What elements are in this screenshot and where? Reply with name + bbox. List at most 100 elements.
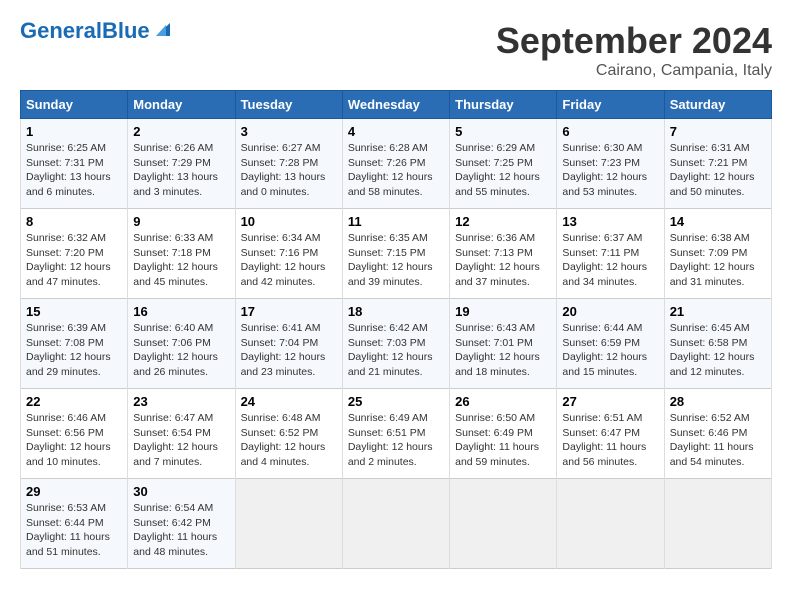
- calendar-week-row: 1 Sunrise: 6:25 AM Sunset: 7:31 PM Daylig…: [21, 119, 772, 209]
- weekday-header-saturday: Saturday: [664, 91, 771, 119]
- calendar-cell: [235, 479, 342, 569]
- day-info: Sunrise: 6:54 AM Sunset: 6:42 PM Dayligh…: [133, 501, 229, 560]
- day-info: Sunrise: 6:25 AM Sunset: 7:31 PM Dayligh…: [26, 141, 122, 200]
- calendar-cell: 17 Sunrise: 6:41 AM Sunset: 7:04 PM Dayli…: [235, 299, 342, 389]
- day-info: Sunrise: 6:41 AM Sunset: 7:04 PM Dayligh…: [241, 321, 337, 380]
- day-info: Sunrise: 6:32 AM Sunset: 7:20 PM Dayligh…: [26, 231, 122, 290]
- day-info: Sunrise: 6:46 AM Sunset: 6:56 PM Dayligh…: [26, 411, 122, 470]
- day-info: Sunrise: 6:30 AM Sunset: 7:23 PM Dayligh…: [562, 141, 658, 200]
- day-number: 4: [348, 124, 444, 139]
- calendar-cell: 5Sunrise: 6:29 AM Sunset: 7:25 PM Daylig…: [450, 119, 557, 209]
- day-number: 19: [455, 304, 551, 319]
- location-subtitle: Cairano, Campania, Italy: [496, 62, 772, 80]
- logo-icon: [152, 18, 174, 40]
- day-number: 26: [455, 394, 551, 409]
- day-number: 23: [133, 394, 229, 409]
- day-number: 25: [348, 394, 444, 409]
- calendar-cell: [664, 479, 771, 569]
- day-number: 24: [241, 394, 337, 409]
- calendar-header: SundayMondayTuesdayWednesdayThursdayFrid…: [21, 91, 772, 119]
- calendar-cell: 24 Sunrise: 6:48 AM Sunset: 6:52 PM Dayli…: [235, 389, 342, 479]
- day-number: 6: [562, 124, 658, 139]
- calendar-cell: [557, 479, 664, 569]
- calendar-cell: 2 Sunrise: 6:26 AM Sunset: 7:29 PM Daylig…: [128, 119, 235, 209]
- calendar-cell: 12 Sunrise: 6:36 AM Sunset: 7:13 PM Dayli…: [450, 209, 557, 299]
- calendar-cell: 14 Sunrise: 6:38 AM Sunset: 7:09 PM Dayli…: [664, 209, 771, 299]
- day-number: 13: [562, 214, 658, 229]
- logo-text: GeneralBlue: [20, 20, 150, 42]
- day-info: Sunrise: 6:40 AM Sunset: 7:06 PM Dayligh…: [133, 321, 229, 380]
- day-info: Sunrise: 6:48 AM Sunset: 6:52 PM Dayligh…: [241, 411, 337, 470]
- month-title: September 2024: [496, 20, 772, 62]
- day-number: 18: [348, 304, 444, 319]
- page-header: GeneralBlue September 2024 Cairano, Camp…: [20, 20, 772, 80]
- day-number: 1: [26, 124, 122, 139]
- day-info: Sunrise: 6:27 AM Sunset: 7:28 PM Dayligh…: [241, 141, 337, 200]
- day-number: 21: [670, 304, 766, 319]
- day-info: Sunrise: 6:53 AM Sunset: 6:44 PM Dayligh…: [26, 501, 122, 560]
- weekday-header-thursday: Thursday: [450, 91, 557, 119]
- day-number: 15: [26, 304, 122, 319]
- day-number: 11: [348, 214, 444, 229]
- calendar-cell: 16 Sunrise: 6:40 AM Sunset: 7:06 PM Dayli…: [128, 299, 235, 389]
- day-info: Sunrise: 6:38 AM Sunset: 7:09 PM Dayligh…: [670, 231, 766, 290]
- day-info: Sunrise: 6:51 AM Sunset: 6:47 PM Dayligh…: [562, 411, 658, 470]
- day-number: 9: [133, 214, 229, 229]
- day-number: 29: [26, 484, 122, 499]
- day-info: Sunrise: 6:33 AM Sunset: 7:18 PM Dayligh…: [133, 231, 229, 290]
- day-info: Sunrise: 6:42 AM Sunset: 7:03 PM Dayligh…: [348, 321, 444, 380]
- day-info: Sunrise: 6:52 AM Sunset: 6:46 PM Dayligh…: [670, 411, 766, 470]
- day-info: Sunrise: 6:36 AM Sunset: 7:13 PM Dayligh…: [455, 231, 551, 290]
- calendar-cell: 9 Sunrise: 6:33 AM Sunset: 7:18 PM Daylig…: [128, 209, 235, 299]
- weekday-header-tuesday: Tuesday: [235, 91, 342, 119]
- calendar-cell: 21Sunrise: 6:45 AM Sunset: 6:58 PM Dayli…: [664, 299, 771, 389]
- calendar-cell: 18 Sunrise: 6:42 AM Sunset: 7:03 PM Dayli…: [342, 299, 449, 389]
- calendar-cell: 8 Sunrise: 6:32 AM Sunset: 7:20 PM Daylig…: [21, 209, 128, 299]
- calendar-cell: 29 Sunrise: 6:53 AM Sunset: 6:44 PM Dayli…: [21, 479, 128, 569]
- day-info: Sunrise: 6:39 AM Sunset: 7:08 PM Dayligh…: [26, 321, 122, 380]
- day-number: 10: [241, 214, 337, 229]
- calendar-week-row: 8 Sunrise: 6:32 AM Sunset: 7:20 PM Daylig…: [21, 209, 772, 299]
- day-number: 27: [562, 394, 658, 409]
- day-number: 17: [241, 304, 337, 319]
- calendar-cell: 20Sunrise: 6:44 AM Sunset: 6:59 PM Dayli…: [557, 299, 664, 389]
- day-info: Sunrise: 6:44 AM Sunset: 6:59 PM Dayligh…: [562, 321, 658, 380]
- day-info: Sunrise: 6:43 AM Sunset: 7:01 PM Dayligh…: [455, 321, 551, 380]
- calendar-cell: [450, 479, 557, 569]
- calendar-cell: 23 Sunrise: 6:47 AM Sunset: 6:54 PM Dayli…: [128, 389, 235, 479]
- logo: GeneralBlue: [20, 20, 174, 42]
- day-info: Sunrise: 6:31 AM Sunset: 7:21 PM Dayligh…: [670, 141, 766, 200]
- day-number: 8: [26, 214, 122, 229]
- calendar-cell: 11Sunrise: 6:35 AM Sunset: 7:15 PM Dayli…: [342, 209, 449, 299]
- day-info: Sunrise: 6:29 AM Sunset: 7:25 PM Dayligh…: [455, 141, 551, 200]
- day-number: 2: [133, 124, 229, 139]
- day-number: 16: [133, 304, 229, 319]
- calendar-cell: 30 Sunrise: 6:54 AM Sunset: 6:42 PM Dayli…: [128, 479, 235, 569]
- weekday-header-friday: Friday: [557, 91, 664, 119]
- day-number: 3: [241, 124, 337, 139]
- calendar-cell: 26Sunrise: 6:50 AM Sunset: 6:49 PM Dayli…: [450, 389, 557, 479]
- day-number: 28: [670, 394, 766, 409]
- calendar-cell: 10 Sunrise: 6:34 AM Sunset: 7:16 PM Dayli…: [235, 209, 342, 299]
- day-info: Sunrise: 6:28 AM Sunset: 7:26 PM Dayligh…: [348, 141, 444, 200]
- day-number: 14: [670, 214, 766, 229]
- title-block: September 2024 Cairano, Campania, Italy: [496, 20, 772, 80]
- day-info: Sunrise: 6:47 AM Sunset: 6:54 PM Dayligh…: [133, 411, 229, 470]
- calendar-cell: 25 Sunrise: 6:49 AM Sunset: 6:51 PM Dayli…: [342, 389, 449, 479]
- calendar-cell: [342, 479, 449, 569]
- calendar-cell: 27 Sunrise: 6:51 AM Sunset: 6:47 PM Dayli…: [557, 389, 664, 479]
- day-number: 7: [670, 124, 766, 139]
- calendar-table: SundayMondayTuesdayWednesdayThursdayFrid…: [20, 90, 772, 569]
- day-number: 30: [133, 484, 229, 499]
- calendar-week-row: 15 Sunrise: 6:39 AM Sunset: 7:08 PM Dayli…: [21, 299, 772, 389]
- day-info: Sunrise: 6:49 AM Sunset: 6:51 PM Dayligh…: [348, 411, 444, 470]
- day-info: Sunrise: 6:26 AM Sunset: 7:29 PM Dayligh…: [133, 141, 229, 200]
- calendar-cell: 6 Sunrise: 6:30 AM Sunset: 7:23 PM Daylig…: [557, 119, 664, 209]
- weekday-header-sunday: Sunday: [21, 91, 128, 119]
- calendar-cell: 22Sunrise: 6:46 AM Sunset: 6:56 PM Dayli…: [21, 389, 128, 479]
- day-number: 12: [455, 214, 551, 229]
- day-info: Sunrise: 6:34 AM Sunset: 7:16 PM Dayligh…: [241, 231, 337, 290]
- calendar-cell: 7 Sunrise: 6:31 AM Sunset: 7:21 PM Daylig…: [664, 119, 771, 209]
- calendar-cell: 3 Sunrise: 6:27 AM Sunset: 7:28 PM Daylig…: [235, 119, 342, 209]
- calendar-week-row: 29 Sunrise: 6:53 AM Sunset: 6:44 PM Dayli…: [21, 479, 772, 569]
